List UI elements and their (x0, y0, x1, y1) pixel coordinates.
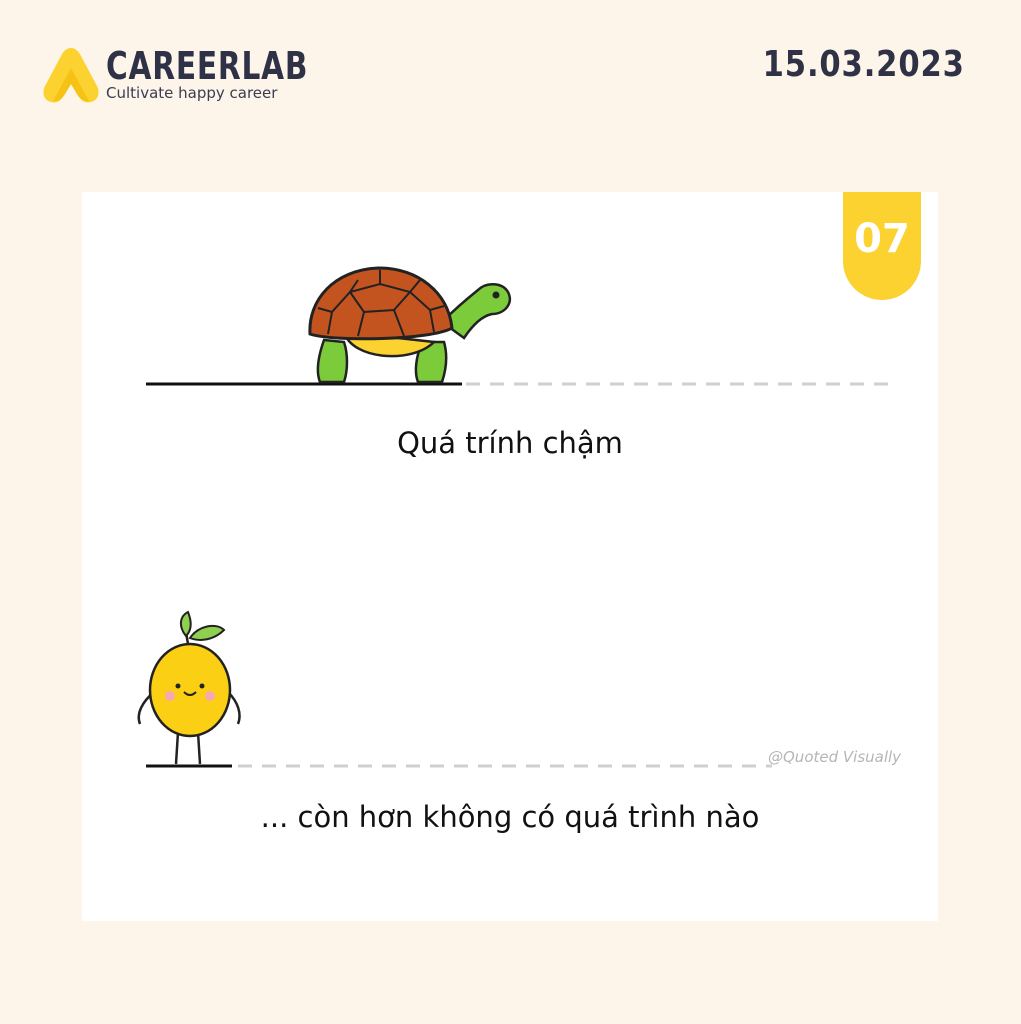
slide: CAREERLAB Cultivate happy career 15.03.2… (0, 0, 1021, 1024)
caption-no-process: ... còn hơn không có quá trình nào (260, 800, 760, 834)
post-date: 15.03.2023 (762, 44, 965, 85)
careerlab-logo-icon (43, 48, 99, 103)
watermark: @Quoted Visually (768, 748, 902, 766)
content-card: 07 Quá trính chậm @Quoted Visually ... c… (82, 192, 938, 921)
turtle-icon (308, 266, 511, 384)
brand-name: CAREERLAB (106, 44, 309, 88)
brand-logo: CAREERLAB Cultivate happy career (40, 44, 365, 106)
caption-slow-process: Quá trính chậm (397, 426, 623, 460)
lemon-character-icon (137, 610, 241, 765)
